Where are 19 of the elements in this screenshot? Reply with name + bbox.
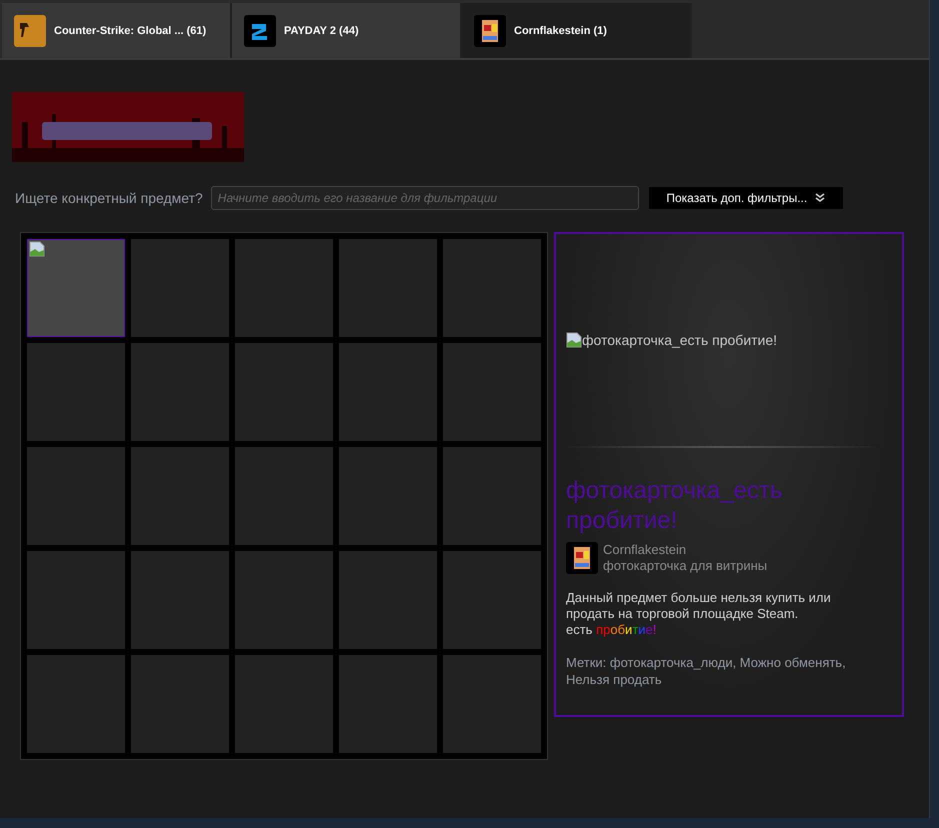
filter-input[interactable]: Начните вводить его название для фильтрации — [210, 186, 639, 210]
game-tab[interactable]: Counter-Strike: Global ... (61) — [2, 3, 232, 58]
filter-label: Ищете конкретный предмет? — [15, 190, 203, 206]
game-tab[interactable]: PAYDAY 2 (44) — [232, 3, 462, 58]
broken-image-icon — [566, 332, 582, 348]
item-type: фотокарточка для витрины — [603, 558, 768, 574]
item-description: Данный предмет больше нельзя купить или продать на торговой площадке Steam. — [566, 590, 832, 622]
image-alt-text: фотокарточка_есть пробитие! — [566, 332, 778, 348]
item-title: фотокарточка_есть пробитие! — [566, 476, 784, 536]
item-tags: Метки: фотокарточка_люди, Можно обменять, Нельзя продать — [566, 654, 878, 688]
more-filters-button[interactable]: Показать доп. фильтры... — [648, 187, 843, 209]
game-tab[interactable]: Cornflakestein (1) — [462, 3, 692, 58]
cereal-box-icon — [566, 542, 598, 574]
item-slot[interactable] — [27, 239, 125, 337]
two-icon — [244, 14, 276, 46]
double-chevron-icon — [815, 193, 826, 203]
game-name: Cornflakestein — [603, 542, 688, 558]
cereal-box-icon — [474, 14, 506, 46]
item-note: есть пробитие! — [566, 622, 658, 638]
